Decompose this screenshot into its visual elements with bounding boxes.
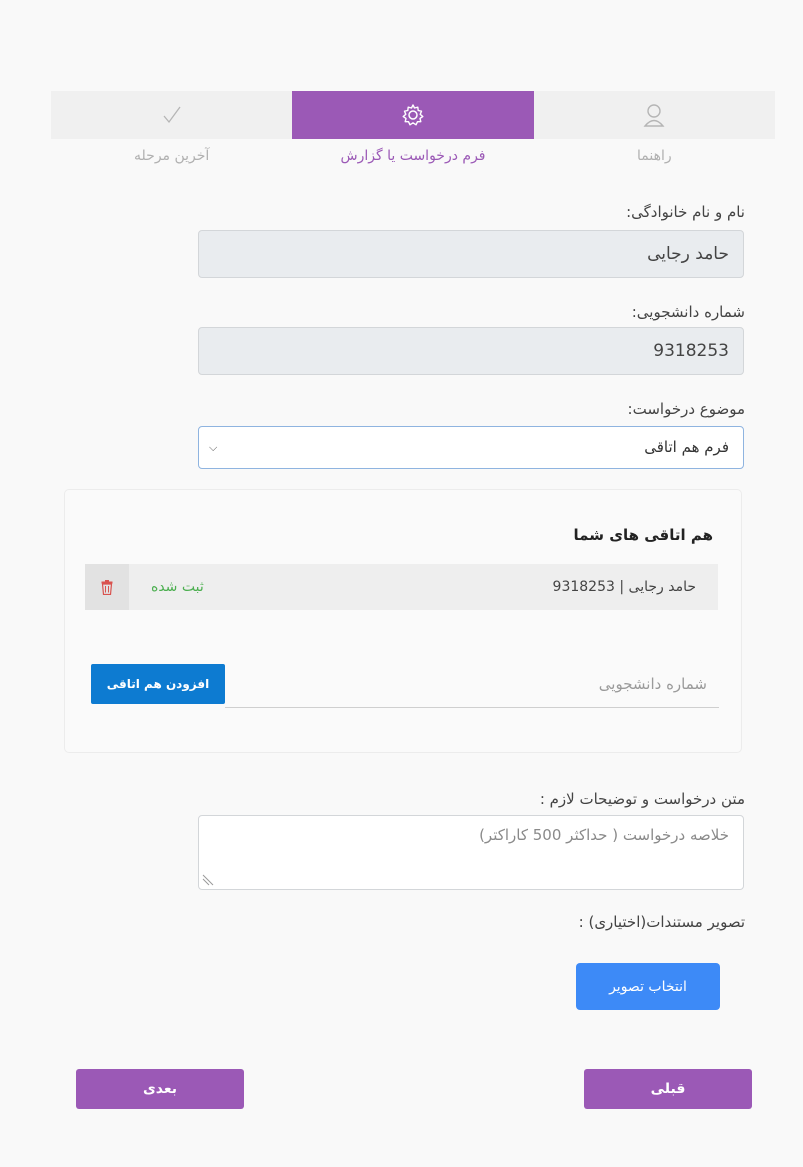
- student-number-field: 9318253: [198, 327, 744, 375]
- subject-selected-value: فرم هم اتاقی: [644, 438, 729, 456]
- pick-image-button[interactable]: انتخاب تصویر: [576, 963, 720, 1010]
- resize-grip-icon[interactable]: [202, 874, 214, 886]
- add-roommate-button[interactable]: افزودن هم اتاقی: [91, 664, 225, 704]
- step-guide-label: راهنما: [637, 148, 672, 164]
- step-request-form[interactable]: [292, 91, 534, 139]
- subject-select[interactable]: فرم هم اتاقی ⌵: [198, 426, 744, 469]
- step-request-form-label: فرم درخواست یا گزارش: [340, 148, 486, 164]
- request-text-label: متن درخواست و توضیحات لازم :: [539, 790, 745, 808]
- roommate-student-number-input[interactable]: [225, 660, 719, 708]
- delete-roommate-button[interactable]: [85, 564, 129, 610]
- request-text-area[interactable]: [198, 815, 744, 890]
- request-form-page: راهنما فرم درخواست یا گزارش آخرین مرحله …: [0, 0, 803, 1167]
- check-icon: [163, 106, 181, 124]
- full-name-label: نام و نام خانوادگی:: [626, 203, 745, 221]
- wizard-stepper: راهنما فرم درخواست یا گزارش آخرین مرحله: [51, 91, 775, 169]
- previous-button[interactable]: قبلی: [584, 1069, 752, 1109]
- roommate-name-number: حامد رجایی | 9318253: [552, 579, 696, 595]
- user-icon: [643, 104, 665, 127]
- roommate-row: حامد رجایی | 9318253 ثبت شده: [85, 564, 718, 610]
- roommates-panel: هم اتاقی های شما حامد رجایی | 9318253 ثب…: [64, 489, 742, 753]
- chevron-down-icon: ⌵: [209, 441, 218, 454]
- step-final-label: آخرین مرحله: [134, 148, 210, 164]
- next-button[interactable]: بعدی: [76, 1069, 244, 1109]
- step-guide[interactable]: [533, 91, 775, 139]
- student-number-label: شماره دانشجویی:: [631, 303, 745, 321]
- trash-icon: [101, 579, 113, 595]
- gear-icon: [402, 104, 424, 126]
- roommates-title: هم اتاقی های شما: [573, 526, 713, 544]
- subject-label: موضوع درخواست:: [627, 400, 745, 418]
- full-name-field: حامد رجایی: [198, 230, 744, 278]
- documents-label: تصویر مستندات(اختیاری) :: [578, 913, 745, 931]
- step-final[interactable]: [51, 91, 293, 139]
- roommate-status-badge: ثبت شده: [151, 579, 204, 595]
